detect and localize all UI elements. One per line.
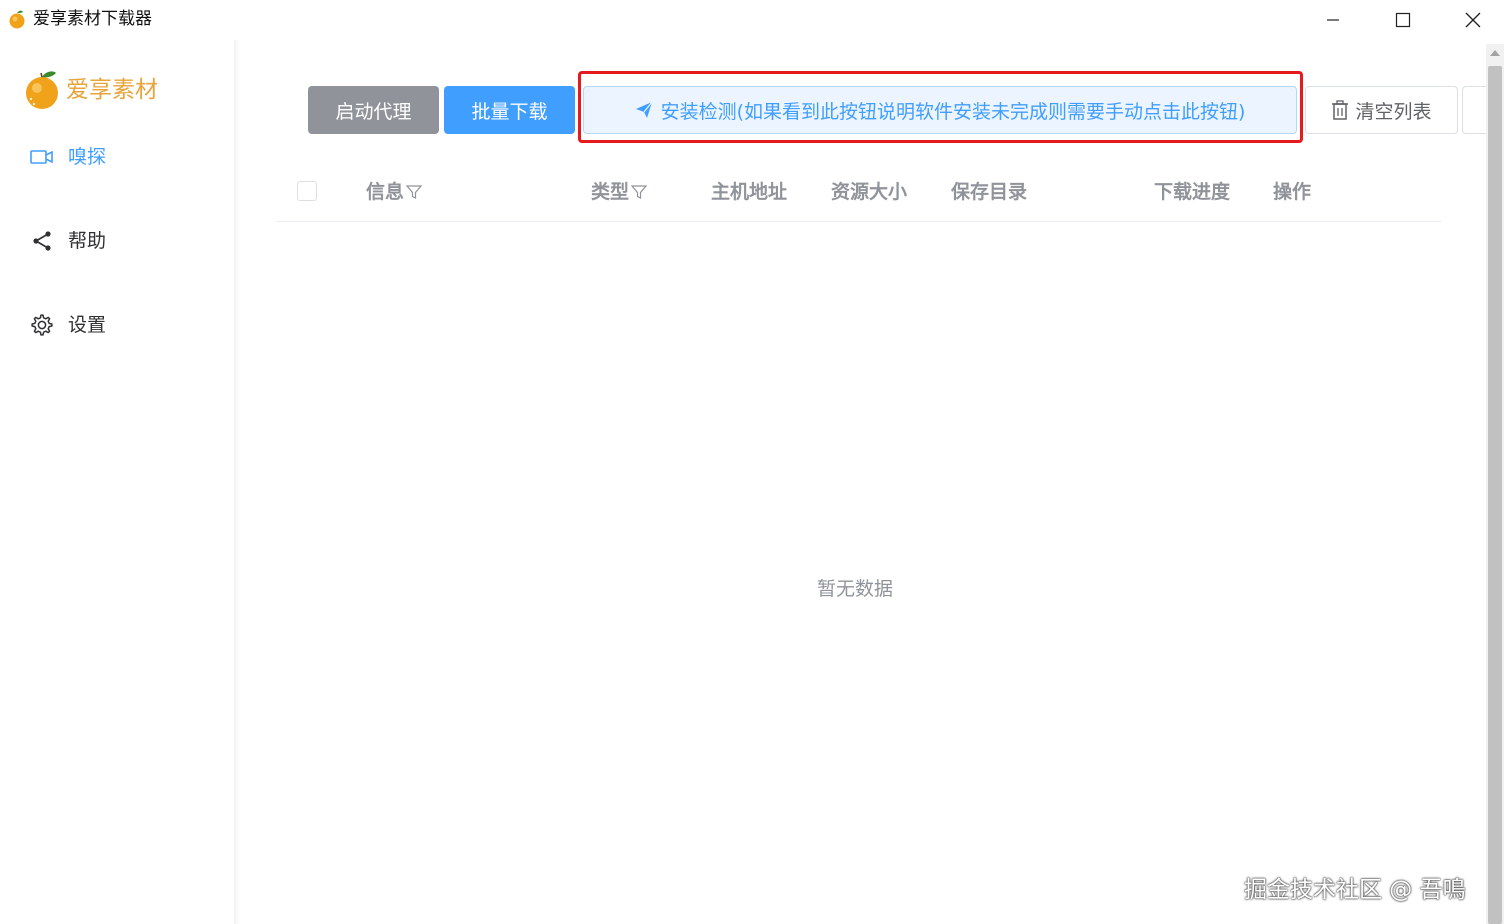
title-bar: 爱享素材下载器 <box>0 0 1504 40</box>
sidebar-item-settings[interactable]: 设置 <box>30 310 106 340</box>
sidebar-item-label: 帮助 <box>68 230 107 252</box>
column-header-label: 操作 <box>1273 181 1312 203</box>
trash-icon <box>1331 100 1349 120</box>
sidebar-item-label: 嗅探 <box>68 146 107 168</box>
scroll-thumb[interactable] <box>1488 66 1502 924</box>
scroll-up-arrow-icon[interactable] <box>1490 50 1500 56</box>
minimize-button[interactable] <box>1310 0 1356 40</box>
brand-name: 爱享素材 <box>66 77 158 103</box>
column-header-label: 类型 <box>591 181 630 203</box>
column-header-label: 资源大小 <box>831 181 908 203</box>
sidebar: 爱享素材 嗅探 帮助 设置 <box>0 40 234 924</box>
orange-logo-icon <box>26 71 58 109</box>
clear-list-label: 清空列表 <box>1355 100 1432 123</box>
install-check-label: 安装检测(如果看到此按钮说明软件安装未完成则需要手动点击此按钮) <box>660 100 1246 123</box>
watermark: 掘金技术社区 @ 吾鳴 <box>1244 877 1466 903</box>
filter-icon[interactable] <box>631 184 648 200</box>
close-button[interactable] <box>1450 0 1496 40</box>
column-info[interactable]: 信息 <box>366 179 423 205</box>
orange-logo-icon <box>9 10 25 29</box>
clear-list-button[interactable]: 清空列表 <box>1305 86 1458 134</box>
brand-logo: 爱享素材 <box>24 68 158 112</box>
install-check-button[interactable]: 安装检测(如果看到此按钮说明软件安装未完成则需要手动点击此按钮) <box>583 86 1297 134</box>
vertical-scrollbar[interactable] <box>1486 44 1504 924</box>
filter-icon[interactable] <box>406 184 423 200</box>
window-title: 爱享素材下载器 <box>33 9 152 29</box>
column-header-label: 信息 <box>366 181 405 203</box>
column-header-label: 主机地址 <box>711 181 788 203</box>
column-actions: 操作 <box>1273 179 1311 205</box>
sidebar-divider <box>234 40 240 924</box>
sidebar-item-label: 设置 <box>68 314 107 336</box>
sidebar-item-sniff[interactable]: 嗅探 <box>30 142 106 172</box>
sidebar-item-help[interactable]: 帮助 <box>30 226 106 256</box>
app-window: 爱享素材下载器 爱享素材 嗅探 帮助 设置 启动代理 批量下载 安装检测(如果看… <box>0 0 1504 924</box>
gear-icon <box>30 313 54 337</box>
table-header: 信息 类型 主机地址 资源大小 保存目录 下载进度 操作 <box>276 162 1441 222</box>
maximize-icon <box>1395 12 1411 28</box>
column-type[interactable]: 类型 <box>591 179 648 205</box>
empty-state-text: 暂无数据 <box>817 578 894 600</box>
close-icon <box>1465 12 1481 28</box>
share-icon <box>30 229 54 253</box>
column-header-label: 下载进度 <box>1154 181 1231 203</box>
column-host: 主机地址 <box>711 179 787 205</box>
minimize-icon <box>1327 19 1339 21</box>
column-progress: 下载进度 <box>1154 179 1230 205</box>
start-proxy-button[interactable]: 启动代理 <box>308 86 439 134</box>
column-size: 资源大小 <box>831 179 907 205</box>
maximize-button[interactable] <box>1380 0 1426 40</box>
batch-download-button[interactable]: 批量下载 <box>444 86 575 134</box>
paper-plane-icon <box>635 101 653 119</box>
select-all-checkbox[interactable] <box>297 181 317 201</box>
video-camera-icon <box>30 145 54 169</box>
column-header-label: 保存目录 <box>951 181 1028 203</box>
column-save-dir: 保存目录 <box>951 179 1027 205</box>
